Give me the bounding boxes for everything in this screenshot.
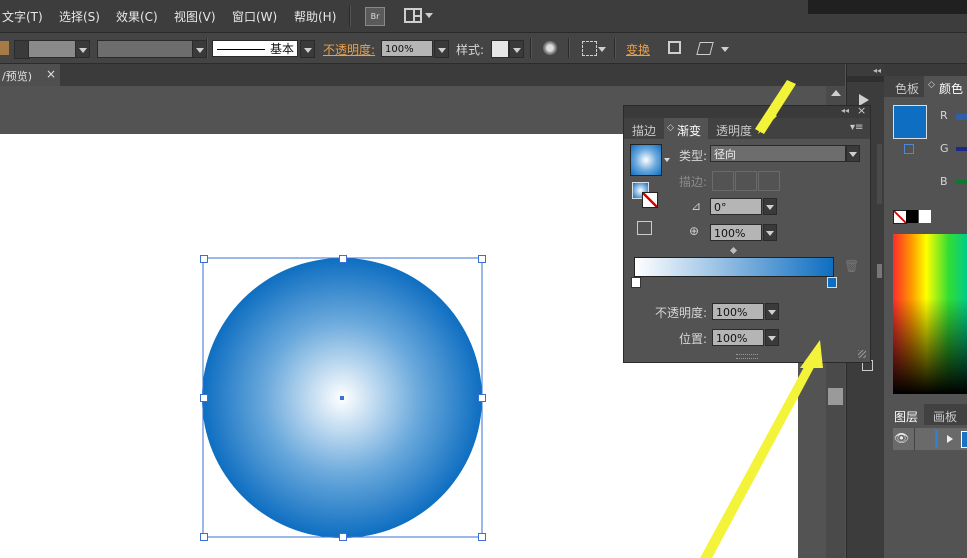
location-field[interactable]: 100% [712,329,764,346]
location-dropdown[interactable] [765,329,779,346]
panel-menu-icon[interactable]: ▾≡ [850,122,863,133]
gradient-stop-blue[interactable] [827,277,837,288]
black-swatch[interactable] [906,210,918,223]
color-panel-tabbar: 色板 ◇ 颜色 [884,76,967,97]
handle-bottom-middle[interactable] [339,533,347,541]
channel-b-label: B [940,175,948,188]
color-spectrum[interactable] [893,234,967,394]
type-label: 类型: [679,149,708,163]
tab-options-icon[interactable]: ◇ [667,123,674,133]
tab-gradient[interactable]: 渐变 [677,122,701,139]
layers-panel-tabbar: 图层 画板 [884,404,967,425]
gradient-preview-swatch[interactable] [630,144,662,176]
stroke-along-icon[interactable] [735,171,757,191]
location-label: 位置: [679,332,708,346]
gradient-panel-tabbar: 描边 ◇ 渐变 透明度 ▾≡ [624,118,870,139]
gradient-slider[interactable] [634,257,834,277]
gradient-panel: ◂◂ × 描边 ◇ 渐变 透明度 ▾≡ 类型: 径向 描边: ⊿ 0° ⊕ 10… [623,104,871,363]
aspect-ratio-dropdown[interactable] [763,224,777,241]
collapse-panel-icon[interactable]: ◂◂ [841,106,849,115]
scroll-up-icon[interactable] [831,90,841,96]
gradient-presets-dropdown-icon[interactable] [664,158,670,162]
white-swatch[interactable] [919,210,931,223]
tab-color[interactable]: 颜色 [939,80,963,97]
gradient-midpoint-diamond[interactable] [729,246,738,255]
dock-header [884,64,967,76]
visibility-eye-icon[interactable]: 👁 [894,431,909,445]
scroll-thumb[interactable] [828,388,843,405]
handle-top-left[interactable] [200,255,208,263]
gradient-stop-white[interactable] [631,277,641,288]
location-value: 100% [716,332,748,345]
channel-g-slider[interactable] [956,147,967,151]
handle-bottom-right[interactable] [478,533,486,541]
out-of-gamut-icon[interactable] [904,144,914,154]
channel-r-slider[interactable] [956,114,967,120]
gradient-type-select[interactable]: 径向 [710,145,846,162]
panel-title-bar[interactable]: ◂◂ × [624,104,870,118]
tab-collapse-icon[interactable]: ◇ [928,80,935,90]
layer-thumbnail [961,431,967,448]
panel-resize-grip[interactable] [736,354,758,359]
close-panel-icon[interactable]: × [857,104,866,117]
delete-stop-icon[interactable]: 🗑 [844,259,859,273]
handle-top-middle[interactable] [339,255,347,263]
channel-g-label: G [940,142,949,155]
gradient-type-dropdown[interactable] [846,145,860,162]
strip-grip [847,76,884,82]
layer-color-bar [935,430,938,448]
angle-value: 0° [714,201,727,214]
layer-row[interactable]: 👁 [893,428,967,450]
strip-button-edge [877,144,882,204]
none-swatch[interactable] [893,210,907,224]
handle-bottom-left[interactable] [200,533,208,541]
stroke-label: 描边: [679,175,708,189]
tab-swatches[interactable]: 色板 [895,80,919,97]
angle-field[interactable]: 0° [710,198,762,215]
expand-layer-icon[interactable] [947,435,953,443]
tab-layers[interactable]: 图层 [894,408,918,425]
angle-icon: ⊿ [691,199,702,213]
aspect-ratio-icon: ⊕ [689,224,700,238]
resize-corner-icon[interactable] [858,350,866,358]
right-dock: 色板 ◇ 颜色 R G B 图层 画板 👁 [884,64,967,558]
gradient-type-value: 径向 [714,148,736,161]
stop-opacity-value: 100% [716,306,748,319]
center-point [340,396,344,400]
fill-color-swatch[interactable] [893,105,927,139]
collapse-strip-icon[interactable]: ◂◂ [873,66,881,75]
stop-opacity-field[interactable]: 100% [712,303,764,320]
aspect-ratio-field[interactable]: 100% [710,224,762,241]
stop-opacity-dropdown[interactable] [765,303,779,320]
stroke-across-icon[interactable] [758,171,780,191]
channel-b-slider[interactable] [956,180,967,184]
handle-middle-right[interactable] [478,394,486,402]
reverse-gradient-icon[interactable] [637,221,652,235]
angle-dropdown[interactable] [763,198,777,215]
aspect-ratio-value: 100% [714,227,746,240]
strip-button-edge [877,264,882,278]
tab-stroke[interactable]: 描边 [632,122,656,139]
tab-artboards[interactable]: 画板 [933,408,957,425]
channel-r-label: R [940,109,948,122]
stop-opacity-label: 不透明度: [655,306,708,320]
handle-top-right[interactable] [478,255,486,263]
stroke-none-icon[interactable] [642,192,658,208]
tab-transparency[interactable]: 透明度 [716,122,752,139]
stroke-within-icon[interactable] [712,171,734,191]
handle-middle-left[interactable] [200,394,208,402]
